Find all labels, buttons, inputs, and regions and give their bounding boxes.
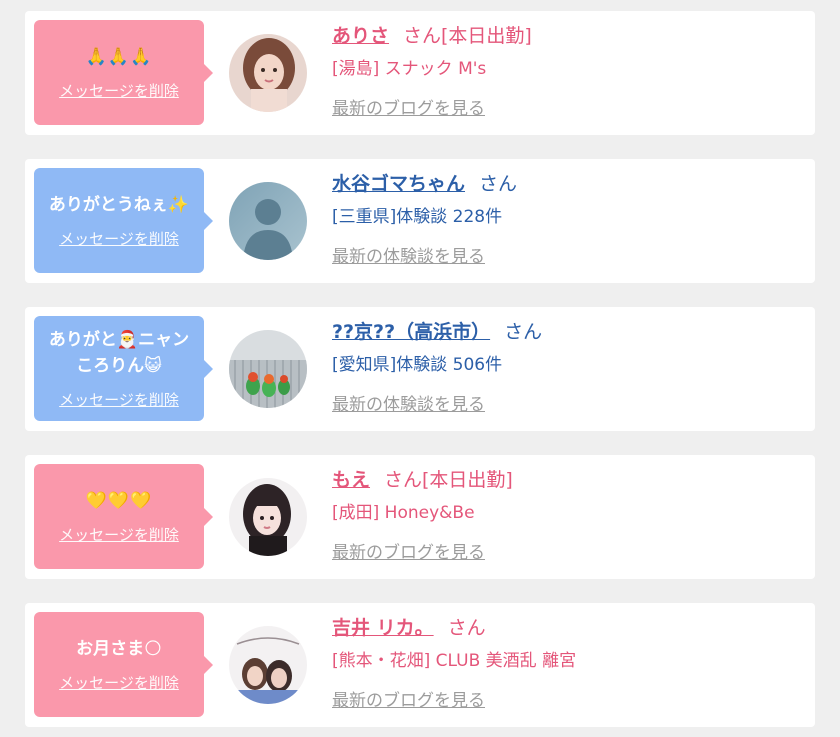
name-suffix: さん [447, 617, 486, 639]
message-card: 💛💛💛 メッセージを削除 もえ さん[本日出勤] [成田] Honey&Be 最新… [25, 455, 815, 579]
name-suffix: さん[本日出勤] [403, 25, 532, 47]
message-text: 💛💛💛 [85, 491, 153, 511]
delete-message-link[interactable]: メッセージを削除 [59, 389, 179, 410]
shop-detail: [熊本・花畑] CLUB 美酒乱 離宮 [332, 651, 577, 671]
group-photo-icon [229, 626, 307, 704]
user-name-link[interactable]: ありさ [332, 25, 389, 47]
shop-detail: [成田] Honey&Be [332, 503, 475, 523]
message-card: ありがと🎅ニャン ころりん😺 メッセージを削除 ??京??（高浜市） さん [愛… [25, 307, 815, 431]
latest-blog-link[interactable]: 最新のブログを見る [332, 539, 485, 567]
latest-review-link[interactable]: 最新の体験談を見る [332, 391, 485, 419]
message-bubble: 💛💛💛 メッセージを削除 [34, 464, 213, 569]
girl-photo-icon [229, 34, 307, 112]
name-suffix: さん[本日出勤] [384, 469, 513, 491]
user-info: 吉井 リカ。 さん [熊本・花畑] CLUB 美酒乱 離宮 最新のブログを見る [332, 613, 805, 715]
user-name-link[interactable]: ??京??（高浜市） [332, 321, 490, 343]
avatar[interactable] [229, 34, 307, 112]
delete-message-link[interactable]: メッセージを削除 [59, 228, 179, 249]
message-card: ありがとうねぇ✨ メッセージを削除 水谷ゴマちゃんさん [三重県]体験談 22 [25, 159, 815, 283]
girl-photo-icon [229, 478, 307, 556]
message-text: ありがとうねぇ✨ [48, 195, 190, 215]
message-text: 🙏🙏🙏 [85, 47, 153, 67]
avatar[interactable] [229, 182, 307, 260]
user-info: ??京??（高浜市） さん [愛知県]体験談 506件 最新の体験談を見る [332, 317, 805, 419]
delete-message-link[interactable]: メッセージを削除 [59, 672, 179, 693]
review-count: [愛知県]体験談 506件 [332, 355, 503, 375]
message-list: 🙏🙏🙏 メッセージを削除 ありさ さん[本日出勤] [湯島] スナック M's 最… [0, 0, 840, 737]
name-suffix: さん [504, 321, 543, 343]
message-text: お月さま🌕 [76, 639, 162, 659]
delete-message-link[interactable]: メッセージを削除 [59, 80, 179, 101]
message-bubble: お月さま🌕 メッセージを削除 [34, 612, 213, 717]
no-photo-icon [229, 182, 307, 260]
avatar[interactable] [229, 478, 307, 556]
latest-blog-link[interactable]: 最新のブログを見る [332, 687, 485, 715]
latest-blog-link[interactable]: 最新のブログを見る [332, 95, 485, 123]
review-count: [三重県]体験談 228件 [332, 207, 503, 227]
message-card: お月さま🌕 メッセージを削除 吉井 リカ。 さん [熊本・花畑] CLUB 美酒乱… [25, 603, 815, 727]
name-suffix: さん [479, 173, 518, 195]
user-name-link[interactable]: 水谷ゴマちゃん [332, 173, 465, 195]
message-bubble: ありがとうねぇ✨ メッセージを削除 [34, 168, 213, 273]
message-bubble: 🙏🙏🙏 メッセージを削除 [34, 20, 213, 125]
user-info: ありさ さん[本日出勤] [湯島] スナック M's 最新のブログを見る [332, 21, 805, 123]
parrots-photo-icon [229, 330, 307, 408]
avatar[interactable] [229, 330, 307, 408]
user-info: 水谷ゴマちゃん さん [三重県]体験談 228件 最新の体験談を見る [332, 169, 805, 271]
shop-detail: [湯島] スナック M's [332, 59, 487, 79]
message-bubble: ありがと🎅ニャン ころりん😺 メッセージを削除 [34, 316, 213, 421]
message-card: 🙏🙏🙏 メッセージを削除 ありさ さん[本日出勤] [湯島] スナック M's 最… [25, 11, 815, 135]
delete-message-link[interactable]: メッセージを削除 [59, 524, 179, 545]
user-name-link[interactable]: 吉井 リカ。 [332, 617, 434, 639]
user-info: もえ さん[本日出勤] [成田] Honey&Be 最新のブログを見る [332, 465, 805, 567]
user-name-link[interactable]: もえ [332, 469, 370, 491]
latest-review-link[interactable]: 最新の体験談を見る [332, 243, 485, 271]
message-text: ありがと🎅ニャン ころりん😺 [48, 330, 190, 376]
avatar[interactable] [229, 626, 307, 704]
